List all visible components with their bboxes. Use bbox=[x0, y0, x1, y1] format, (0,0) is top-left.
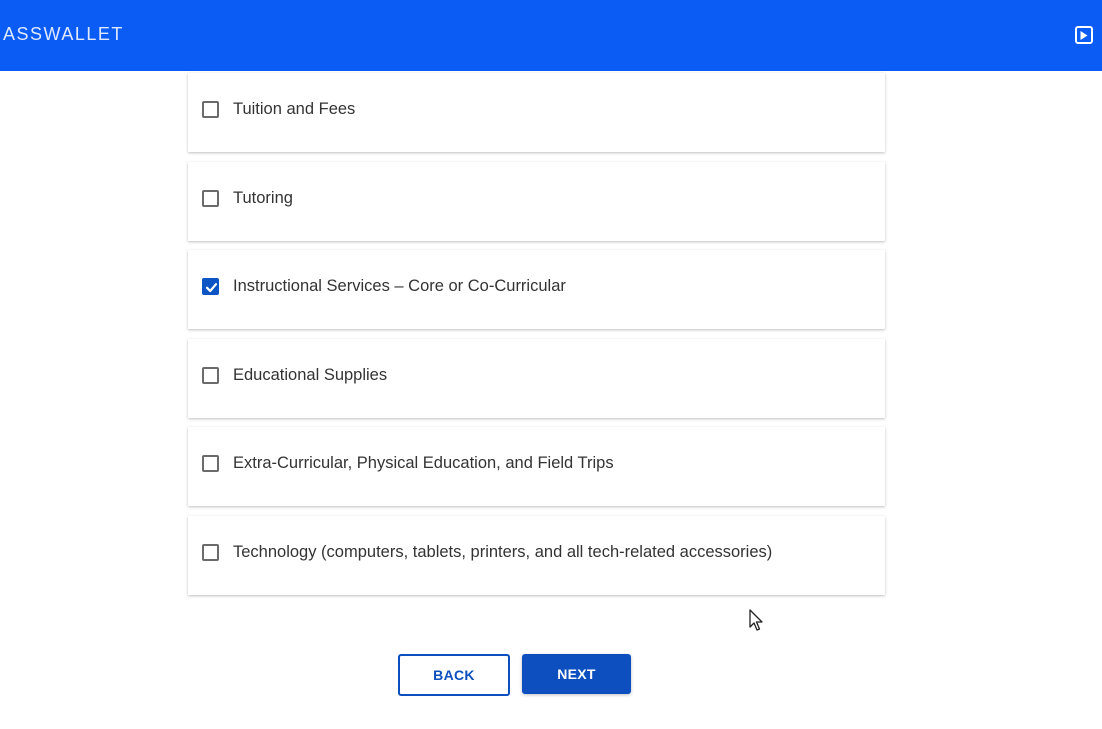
checkbox-icon[interactable] bbox=[202, 101, 219, 118]
brand-logo-text: ASSWALLET bbox=[3, 24, 124, 44]
next-button[interactable]: NEXT bbox=[522, 654, 631, 694]
checkbox-icon[interactable] bbox=[202, 366, 219, 384]
category-label: Tutoring bbox=[233, 188, 293, 207]
checkbox-icon[interactable] bbox=[202, 455, 219, 472]
category-label: Instructional Services – Core or Co-Curr… bbox=[233, 277, 566, 295]
mouse-cursor-icon bbox=[749, 609, 763, 631]
category-card-instructional[interactable]: Instructional Services – Core or Co-Curr… bbox=[188, 250, 885, 329]
category-label: Extra-Curricular, Physical Education, an… bbox=[233, 454, 614, 472]
category-list: Tuition and Fees Tutoring Instructional … bbox=[188, 73, 885, 604]
category-card-technology[interactable]: Technology (computers, tablets, printers… bbox=[188, 515, 885, 595]
checkbox-icon[interactable] bbox=[202, 543, 219, 561]
play-arrow-icon bbox=[1080, 30, 1088, 40]
category-card-supplies[interactable]: Educational Supplies bbox=[188, 338, 885, 418]
category-label: Tuition and Fees bbox=[233, 100, 356, 118]
category-card-extracurricular[interactable]: Extra-Curricular, Physical Education, an… bbox=[188, 427, 885, 506]
category-label: Educational Supplies bbox=[233, 365, 388, 384]
category-card-tutoring[interactable]: Tutoring bbox=[188, 161, 885, 241]
top-bar: ASSWALLET bbox=[0, 0, 1102, 71]
exit-box-icon[interactable] bbox=[1075, 26, 1093, 44]
back-button[interactable]: BACK bbox=[398, 654, 510, 696]
checkmark-icon bbox=[205, 283, 218, 293]
category-label: Technology (computers, tablets, printers… bbox=[233, 542, 773, 561]
checkbox-checked-icon[interactable] bbox=[202, 278, 219, 295]
checkbox-icon[interactable] bbox=[202, 189, 219, 207]
category-card-tuition[interactable]: Tuition and Fees bbox=[188, 73, 885, 152]
